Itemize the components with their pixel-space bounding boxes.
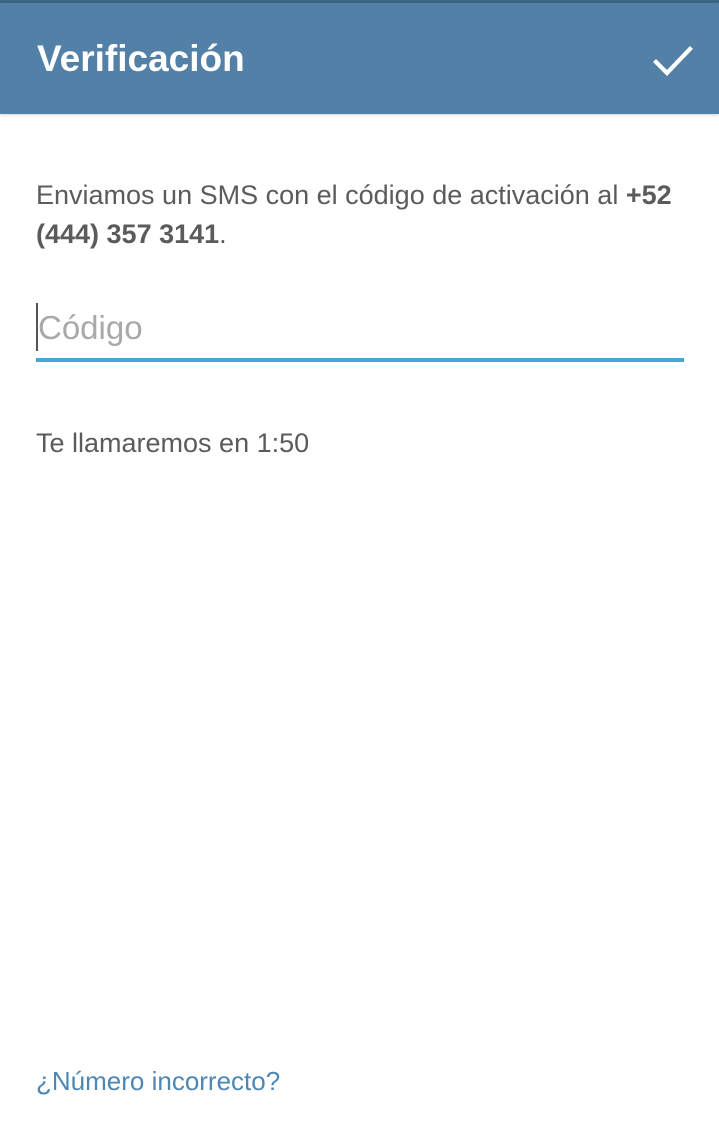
done-button[interactable] xyxy=(645,33,701,89)
text-cursor xyxy=(36,303,38,351)
code-input-underline xyxy=(36,358,684,362)
sms-sent-text: Enviamos un SMS con el código de activac… xyxy=(36,180,626,210)
sms-sent-suffix: . xyxy=(219,219,227,249)
call-timer-text: Te llamaremos en 1:50 xyxy=(36,428,310,458)
wrong-number-link[interactable]: ¿Número incorrecto? xyxy=(36,1064,280,1098)
checkmark-icon xyxy=(653,46,693,76)
page-title: Verificación xyxy=(37,38,245,79)
code-input[interactable] xyxy=(36,300,684,356)
code-field[interactable] xyxy=(36,300,684,362)
app-bar: Verificación xyxy=(0,3,719,114)
verification-screen: Verificación Enviamos un SMS con el códi… xyxy=(0,0,719,1131)
sms-sent-message: Enviamos un SMS con el código de activac… xyxy=(36,176,686,254)
